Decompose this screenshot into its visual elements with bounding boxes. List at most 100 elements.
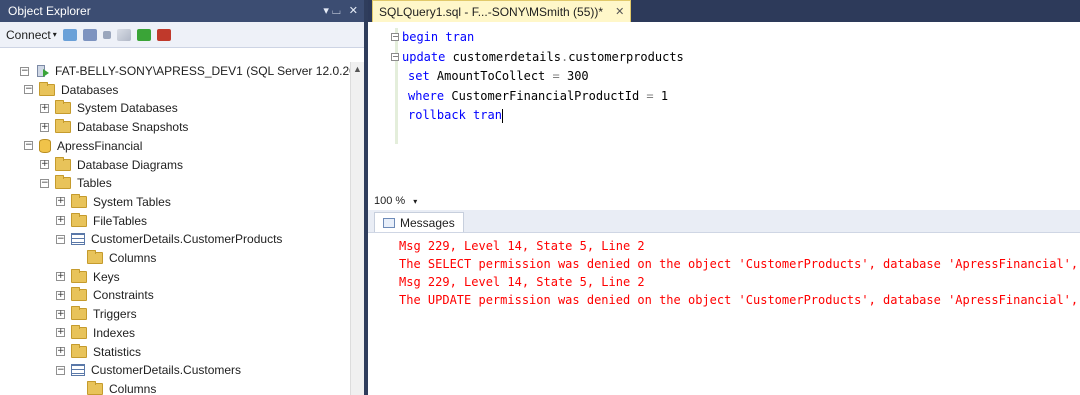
code-token: 1	[653, 88, 669, 103]
code-token: =	[552, 69, 560, 83]
code-token: 300	[559, 69, 589, 83]
tree-node[interactable]: + Statistics	[56, 343, 141, 361]
tree-node-label: System Tables	[93, 194, 171, 209]
tree-node[interactable]: Columns	[72, 249, 156, 267]
folder-icon	[55, 119, 71, 134]
folder-icon	[71, 193, 87, 208]
tree-node-label: Constraints	[93, 288, 154, 303]
expand-icon[interactable]: +	[56, 309, 65, 319]
tree-scrollbar[interactable]: ▲	[350, 62, 364, 395]
folder-icon	[71, 268, 87, 283]
zoom-bar: 100 % ▾	[368, 192, 1080, 211]
expand-icon[interactable]: +	[56, 216, 65, 226]
folder-icon	[71, 306, 87, 321]
tree-node-label: Database Diagrams	[77, 157, 184, 172]
tree-node[interactable]: + Indexes	[56, 324, 135, 342]
zoom-level[interactable]: 100 %	[374, 195, 405, 207]
object-explorer-title: Object Explorer	[8, 4, 91, 18]
stop-icon[interactable]	[102, 30, 111, 39]
tree-node[interactable]: + Triggers	[56, 305, 137, 323]
filter-icon[interactable]	[116, 28, 131, 41]
folder-icon	[71, 287, 87, 302]
connect-button[interactable]: Connect ▾	[6, 28, 57, 42]
tree-node[interactable]: + Constraints	[56, 286, 154, 304]
folder-icon	[55, 156, 71, 171]
editor-margin	[368, 22, 394, 192]
tree-node-label: Statistics	[93, 344, 142, 359]
object-explorer-title-bar: Object Explorer ▾ ⌴ ✕	[0, 0, 364, 22]
scroll-up-icon[interactable]: ▲	[351, 62, 364, 74]
expand-icon[interactable]: +	[40, 103, 49, 113]
object-explorer-toolbar: Connect ▾	[0, 22, 364, 48]
folder-icon	[55, 175, 71, 190]
code-token: where	[408, 88, 445, 103]
tree-node-label: Database Snapshots	[77, 120, 189, 135]
code-line[interactable]: − begin tran	[391, 28, 684, 48]
code-line[interactable]: where CustomerFinancialProductId = 1	[402, 87, 684, 107]
sql-code[interactable]: − begin tran − update customerdetails.custo…	[391, 28, 684, 126]
tab-messages[interactable]: Messages	[374, 212, 464, 232]
expand-icon[interactable]: +	[56, 328, 65, 338]
change-tracking-bar	[395, 28, 398, 144]
chevron-down-icon: ▾	[52, 30, 57, 39]
code-token: begin tran	[402, 30, 475, 44]
code-token: AmountToCollect	[429, 69, 553, 83]
close-tab-icon[interactable]: ✕	[615, 5, 624, 18]
tab-sqlquery1[interactable]: SQLQuery1.sql - F...-SONY\MSmith (55))* …	[372, 0, 632, 22]
message-line: Msg 229, Level 14, State 5, Line 2	[399, 275, 645, 289]
expand-icon[interactable]: +	[56, 272, 65, 282]
collapse-icon[interactable]: −	[56, 234, 65, 244]
sql-editor[interactable]: − begin tran − update customerdetails.custo…	[368, 22, 1080, 193]
close-icon[interactable]: ✕	[349, 4, 358, 18]
connect-object-icon[interactable]	[62, 28, 77, 41]
disconnect-icon[interactable]	[82, 28, 97, 41]
code-line[interactable]: rollback tran	[402, 106, 684, 126]
expand-icon[interactable]: +	[40, 160, 49, 169]
collapse-icon[interactable]: −	[56, 365, 65, 375]
tree-node[interactable]: − Tables	[40, 174, 112, 192]
folder-icon	[55, 100, 71, 115]
collapse-icon[interactable]: −	[40, 178, 49, 188]
expand-icon[interactable]: +	[56, 290, 65, 300]
expand-icon[interactable]: +	[56, 347, 65, 356]
folder-icon	[87, 380, 103, 395]
tree-node-label: Indexes	[93, 325, 136, 340]
refresh-icon[interactable]	[136, 28, 151, 41]
results-pane: Messages Msg 229, Level 14, State 5, Lin…	[368, 210, 1080, 395]
collapse-region-icon[interactable]: −	[391, 33, 399, 41]
activity-monitor-icon[interactable]	[156, 28, 171, 41]
messages-icon	[383, 217, 395, 228]
pin-icon[interactable]: ▾ ⌴	[323, 4, 340, 18]
messages-tab-label: Messages	[400, 215, 455, 230]
expand-icon[interactable]: +	[40, 122, 49, 132]
tree-node[interactable]: − CustomerDetails.Customers	[56, 361, 241, 379]
code-token: customerproducts	[568, 49, 684, 64]
tree-node[interactable]: + Database Snapshots	[40, 118, 188, 136]
tree-node[interactable]: + FileTables	[56, 212, 147, 230]
tree-node[interactable]: − CustomerDetails.CustomerProducts	[56, 230, 282, 248]
folder-icon	[39, 81, 55, 96]
table-icon	[71, 233, 85, 246]
tree-node[interactable]: + System Databases	[40, 99, 178, 117]
tree-node-label: Columns	[109, 381, 157, 395]
tree-node-label: Tables	[77, 176, 112, 191]
code-line[interactable]: − update customerdetails.customerproducts	[391, 48, 684, 68]
tree-node[interactable]: + System Tables	[56, 193, 171, 211]
expand-icon[interactable]: +	[56, 197, 65, 207]
tab-label: SQLQuery1.sql - F...-SONY\MSmith (55))*	[379, 4, 604, 19]
collapse-icon[interactable]: −	[24, 141, 33, 151]
tree-node[interactable]: + Database Diagrams	[40, 156, 183, 174]
tree-node[interactable]: − FAT-BELLY-SONY\APRESS_DEV1 (SQL Server …	[20, 62, 355, 80]
collapse-icon[interactable]: −	[20, 66, 29, 76]
collapse-region-icon[interactable]: −	[391, 52, 399, 61]
folder-icon	[87, 250, 103, 264]
code-line[interactable]: set AmountToCollect = 300	[402, 67, 684, 87]
tree-node[interactable]: − ApressFinancial	[24, 137, 142, 155]
tree-node[interactable]: Columns	[72, 380, 156, 395]
collapse-icon[interactable]: −	[24, 85, 33, 95]
tree-node[interactable]: + Keys	[56, 268, 120, 286]
message-line: Msg 229, Level 14, State 5, Line 2	[399, 239, 645, 253]
tree-node[interactable]: − Databases	[24, 81, 118, 99]
tree-node-label: Triggers	[93, 307, 137, 322]
zoom-dropdown-icon[interactable]: ▾	[413, 197, 417, 206]
